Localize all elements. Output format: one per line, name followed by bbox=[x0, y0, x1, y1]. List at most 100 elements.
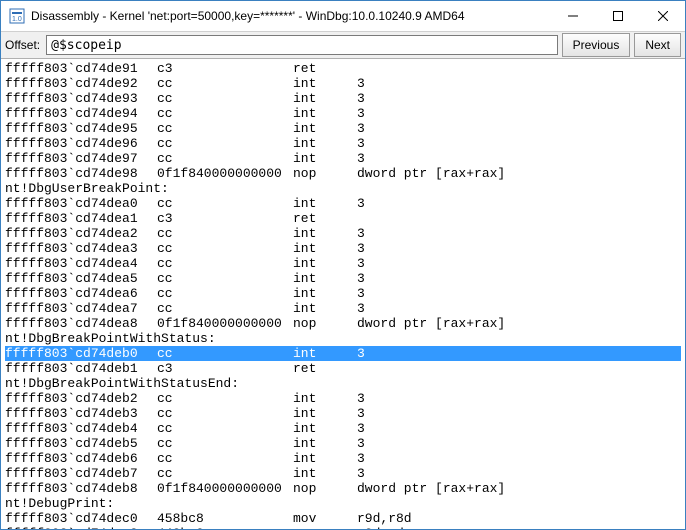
mnemonic: int bbox=[293, 436, 357, 451]
disasm-row[interactable]: fffff803`cd74dea3ccint3 bbox=[5, 241, 681, 256]
bytes: cc bbox=[157, 151, 293, 166]
address: fffff803`cd74de97 bbox=[5, 151, 157, 166]
previous-button[interactable]: Previous bbox=[562, 33, 631, 57]
bytes: c3 bbox=[157, 361, 293, 376]
disasm-row[interactable]: fffff803`cd74de97ccint3 bbox=[5, 151, 681, 166]
maximize-button[interactable] bbox=[595, 2, 640, 31]
offset-input[interactable] bbox=[46, 35, 557, 55]
disasm-row[interactable]: fffff803`cd74dea2ccint3 bbox=[5, 226, 681, 241]
close-button[interactable] bbox=[640, 2, 685, 31]
disasm-row[interactable]: fffff803`cd74dea4ccint3 bbox=[5, 256, 681, 271]
address: fffff803`cd74dea3 bbox=[5, 241, 157, 256]
disasm-row[interactable]: fffff803`cd74de96ccint3 bbox=[5, 136, 681, 151]
disasm-row[interactable]: fffff803`cd74deb80f1f840000000000nopdwor… bbox=[5, 481, 681, 496]
address: fffff803`cd74deb1 bbox=[5, 361, 157, 376]
bytes: cc bbox=[157, 271, 293, 286]
disasm-row[interactable]: fffff803`cd74de92ccint3 bbox=[5, 76, 681, 91]
disasm-row[interactable]: fffff803`cd74deb1c3ret bbox=[5, 361, 681, 376]
disasm-row[interactable]: fffff803`cd74dea7ccint3 bbox=[5, 301, 681, 316]
address: fffff803`cd74dec3 bbox=[5, 526, 157, 529]
disasm-row[interactable]: fffff803`cd74de94ccint3 bbox=[5, 106, 681, 121]
operands: 3 bbox=[357, 406, 365, 421]
disasm-row[interactable]: fffff803`cd74dea6ccint3 bbox=[5, 286, 681, 301]
bytes: cc bbox=[157, 436, 293, 451]
address: fffff803`cd74deb5 bbox=[5, 436, 157, 451]
disasm-row[interactable]: fffff803`cd74deb7ccint3 bbox=[5, 466, 681, 481]
operands: 3 bbox=[357, 256, 365, 271]
operands: 3 bbox=[357, 451, 365, 466]
svg-text:1.0: 1.0 bbox=[12, 16, 22, 23]
toolbar: Offset: Previous Next bbox=[1, 32, 685, 59]
operands: 3 bbox=[357, 466, 365, 481]
address: fffff803`cd74dec0 bbox=[5, 511, 157, 526]
next-button[interactable]: Next bbox=[634, 33, 681, 57]
symbol-label[interactable]: nt!DbgBreakPointWithStatusEnd: bbox=[5, 376, 681, 391]
bytes: cc bbox=[157, 346, 293, 361]
disasm-row[interactable]: fffff803`cd74dec0458bc8movr9d,r8d bbox=[5, 511, 681, 526]
bytes: cc bbox=[157, 256, 293, 271]
mnemonic: int bbox=[293, 121, 357, 136]
operands: 3 bbox=[357, 121, 365, 136]
titlebar[interactable]: 1.0 Disassembly - Kernel 'net:port=50000… bbox=[1, 1, 685, 32]
disasm-row[interactable]: fffff803`cd74dea1c3ret bbox=[5, 211, 681, 226]
mnemonic: int bbox=[293, 256, 357, 271]
app-icon: 1.0 bbox=[9, 8, 25, 24]
bytes: 0f1f840000000000 bbox=[157, 481, 293, 496]
disasm-row[interactable]: fffff803`cd74dea80f1f840000000000nopdwor… bbox=[5, 316, 681, 331]
disasm-row[interactable]: fffff803`cd74deb2ccint3 bbox=[5, 391, 681, 406]
disasm-row[interactable]: fffff803`cd74dec3448bc2movr8d,edx bbox=[5, 526, 681, 529]
address: fffff803`cd74dea5 bbox=[5, 271, 157, 286]
bytes: cc bbox=[157, 121, 293, 136]
address: fffff803`cd74deb3 bbox=[5, 406, 157, 421]
window: 1.0 Disassembly - Kernel 'net:port=50000… bbox=[0, 0, 686, 530]
disasm-row[interactable]: fffff803`cd74deb6ccint3 bbox=[5, 451, 681, 466]
disasm-row[interactable]: fffff803`cd74de980f1f840000000000nopdwor… bbox=[5, 166, 681, 181]
mnemonic: int bbox=[293, 136, 357, 151]
symbol-label[interactable]: nt!DebugPrint: bbox=[5, 496, 681, 511]
operands: 3 bbox=[357, 196, 365, 211]
mnemonic: int bbox=[293, 466, 357, 481]
mnemonic: ret bbox=[293, 211, 357, 226]
operands: 3 bbox=[357, 226, 365, 241]
symbol-label[interactable]: nt!DbgBreakPointWithStatus: bbox=[5, 331, 681, 346]
disasm-row[interactable]: fffff803`cd74dea5ccint3 bbox=[5, 271, 681, 286]
minimize-button[interactable] bbox=[550, 2, 595, 31]
mnemonic: mov bbox=[293, 526, 357, 529]
disasm-row[interactable]: fffff803`cd74dea0ccint3 bbox=[5, 196, 681, 211]
bytes: cc bbox=[157, 301, 293, 316]
disasm-row[interactable]: fffff803`cd74de93ccint3 bbox=[5, 91, 681, 106]
address: fffff803`cd74de91 bbox=[5, 61, 157, 76]
mnemonic: nop bbox=[293, 166, 357, 181]
disasm-row[interactable]: fffff803`cd74de91c3ret bbox=[5, 61, 681, 76]
bytes: 0f1f840000000000 bbox=[157, 166, 293, 181]
mnemonic: int bbox=[293, 451, 357, 466]
bytes: 448bc2 bbox=[157, 526, 293, 529]
bytes: cc bbox=[157, 136, 293, 151]
bytes: cc bbox=[157, 466, 293, 481]
symbol-label[interactable]: nt!DbgUserBreakPoint: bbox=[5, 181, 681, 196]
disasm-row[interactable]: fffff803`cd74deb4ccint3 bbox=[5, 421, 681, 436]
operands: 3 bbox=[357, 136, 365, 151]
operands: 3 bbox=[357, 391, 365, 406]
bytes: cc bbox=[157, 91, 293, 106]
window-title: Disassembly - Kernel 'net:port=50000,key… bbox=[31, 9, 550, 23]
disasm-row[interactable]: fffff803`cd74deb5ccint3 bbox=[5, 436, 681, 451]
operands: 3 bbox=[357, 106, 365, 121]
mnemonic: int bbox=[293, 241, 357, 256]
mnemonic: int bbox=[293, 391, 357, 406]
operands: 3 bbox=[357, 301, 365, 316]
mnemonic: int bbox=[293, 226, 357, 241]
offset-label: Offset: bbox=[5, 38, 40, 52]
disasm-row[interactable]: fffff803`cd74deb0ccint3 bbox=[5, 346, 681, 361]
disasm-row[interactable]: fffff803`cd74de95ccint3 bbox=[5, 121, 681, 136]
mnemonic: int bbox=[293, 76, 357, 91]
disasm-row[interactable]: fffff803`cd74deb3ccint3 bbox=[5, 406, 681, 421]
address: fffff803`cd74de95 bbox=[5, 121, 157, 136]
mnemonic: int bbox=[293, 301, 357, 316]
operands: 3 bbox=[357, 421, 365, 436]
address: fffff803`cd74de93 bbox=[5, 91, 157, 106]
address: fffff803`cd74deb2 bbox=[5, 391, 157, 406]
operands: 3 bbox=[357, 151, 365, 166]
disassembly-view[interactable]: fffff803`cd74de91c3retfffff803`cd74de92c… bbox=[1, 59, 685, 529]
operands: 3 bbox=[357, 271, 365, 286]
